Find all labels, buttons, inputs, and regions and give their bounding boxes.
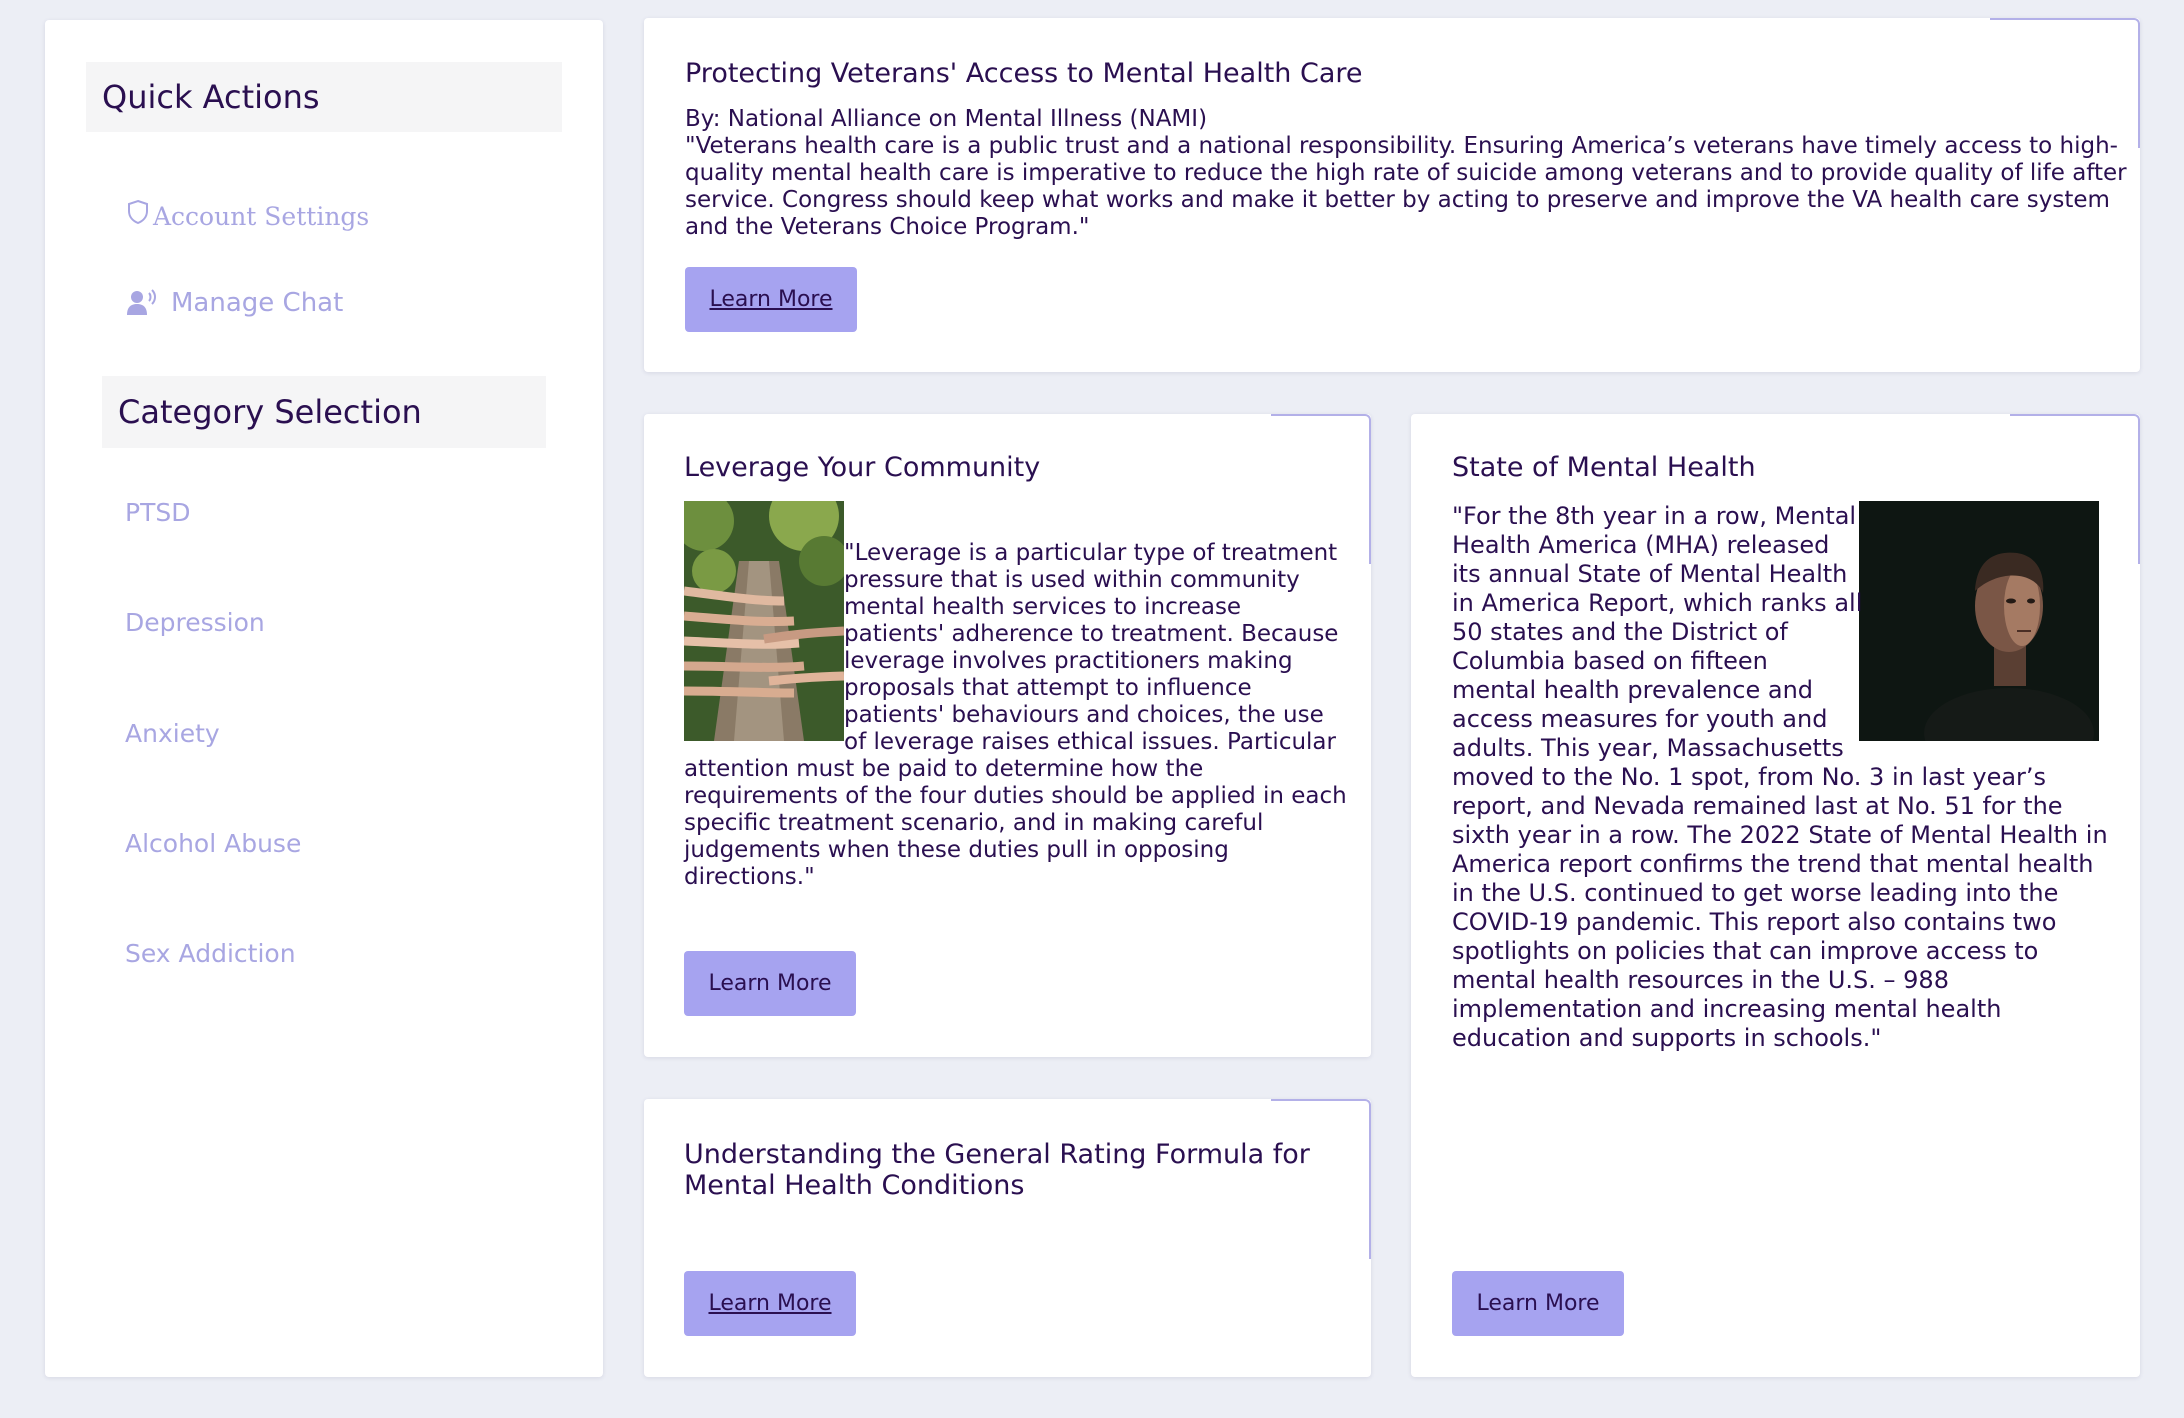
card-text-line: judgements when these duties pull in opp…	[684, 837, 1229, 863]
card-text-line: COVID-19 pandemic. This report also cont…	[1452, 908, 2057, 936]
card-text-line: moved to the No. 1 spot, from No. 3 in l…	[1452, 763, 2047, 791]
portrait-image	[1859, 501, 2099, 741]
user-voice-icon	[127, 289, 156, 315]
card-text-line: leverage involves practitioners making	[844, 648, 1293, 674]
account-settings-link[interactable]: Account Settings	[127, 199, 370, 231]
learn-more-label: Learn More	[1476, 1291, 1600, 1316]
card-text-line: access measures for youth and	[1452, 705, 1828, 733]
card-quote-line: quality mental health care is imperative…	[685, 160, 2127, 186]
card-text-line: "For the 8th year in a row, Mental	[1452, 502, 1857, 530]
card-text-line: adults. This year, Massachusetts	[1452, 734, 1844, 762]
card-text-line: mental health services to increase	[844, 594, 1242, 620]
community-card: Leverage Your Community "Leverage is a p…	[644, 414, 1371, 1057]
card-text-line: in the U.S. continued to get worse leadi…	[1452, 879, 2059, 907]
card-text-line: education and supports in schools."	[1452, 1024, 1882, 1052]
card-text-line: "Leverage is a particular type of treatm…	[844, 540, 1338, 566]
category-sex-addiction[interactable]: Sex Addiction	[125, 939, 296, 968]
card-corner-accent	[1990, 18, 2140, 148]
card-title: Leverage Your Community	[684, 452, 1041, 483]
card-text-line: implementation and increasing mental hea…	[1452, 995, 2002, 1023]
learn-more-label: Learn More	[708, 1291, 832, 1316]
manage-chat-label: Manage Chat	[171, 288, 344, 318]
category-alcohol-abuse[interactable]: Alcohol Abuse	[125, 829, 301, 858]
card-text-line: spotlights on policies that can improve …	[1452, 937, 2039, 965]
card-text-line: sixth year in a row. The 2022 State of M…	[1452, 821, 2108, 849]
card-text-line: proposals that attempt to influence	[844, 675, 1252, 701]
shield-icon	[128, 199, 148, 224]
category-depression[interactable]: Depression	[125, 608, 265, 637]
card-text-line: patients' adherence to treatment. Becaus…	[844, 621, 1339, 647]
card-text-line: mental health resources in the U.S. – 98…	[1452, 966, 1949, 994]
card-quote-line: "Veterans health care is a public trust …	[685, 133, 2118, 159]
category-selection-heading-text: Category Selection	[118, 393, 422, 431]
card-text-line: Health America (MHA) released	[1452, 531, 1830, 559]
community-hands-image	[684, 501, 844, 741]
category-ptsd[interactable]: PTSD	[125, 498, 190, 527]
rating-formula-card: Understanding the General Rating Formula…	[644, 1099, 1371, 1377]
account-settings-label: Account Settings	[153, 202, 370, 231]
card-text-line: requirements of the four duties should b…	[684, 783, 1347, 809]
card-text-line: directions."	[684, 864, 815, 890]
card-text-line: patients' behaviours and choices, the us…	[844, 702, 1324, 728]
learn-more-button[interactable]: Learn More	[684, 1271, 856, 1336]
card-title: Protecting Veterans' Access to Mental He…	[685, 58, 1363, 89]
card-quote-line: service. Congress should keep what works…	[685, 187, 2110, 213]
card-text-line: its annual State of Mental Health	[1452, 560, 1848, 588]
learn-more-label: Learn More	[709, 287, 833, 312]
card-text-line: pressure that is used within community	[844, 567, 1300, 593]
card-title-line: Understanding the General Rating Formula…	[684, 1139, 1310, 1170]
card-text-line: report, and Nevada remained last at No. …	[1452, 792, 2063, 820]
card-text-line: 50 states and the District of	[1452, 618, 1788, 646]
learn-more-button[interactable]: Learn More	[685, 267, 857, 332]
card-text-line: in America Report, which ranks all	[1452, 589, 1863, 617]
card-title-line: Mental Health Conditions	[684, 1170, 1025, 1201]
sidebar: Quick Actions Account Settings Manage Ch…	[45, 20, 603, 1377]
card-text-line: attention must be paid to determine how …	[684, 756, 1204, 782]
card-text-line: specific treatment scenario, and in maki…	[684, 810, 1264, 836]
card-title: State of Mental Health	[1452, 452, 1756, 483]
manage-chat-link[interactable]: Manage Chat	[127, 288, 343, 318]
card-text-line: America report confirms the trend that m…	[1452, 850, 2094, 878]
card-corner-accent	[1271, 1099, 1371, 1259]
card-byline: By: National Alliance on Mental Illness …	[685, 106, 1208, 132]
card-text-line: of leverage raises ethical issues. Parti…	[844, 729, 1336, 755]
quick-actions-heading-text: Quick Actions	[102, 78, 320, 116]
veterans-card: Protecting Veterans' Access to Mental He…	[644, 18, 2140, 372]
category-selection-heading: Category Selection	[102, 376, 546, 448]
learn-more-label: Learn More	[708, 971, 832, 996]
card-text-line: mental health prevalence and	[1452, 676, 1814, 704]
learn-more-button[interactable]: Learn More	[684, 951, 856, 1016]
category-anxiety[interactable]: Anxiety	[125, 719, 220, 748]
quick-actions-heading: Quick Actions	[86, 62, 562, 132]
card-text-line: Columbia based on fifteen	[1452, 647, 1768, 675]
card-quote-line: and the Veterans Choice Program."	[685, 214, 1090, 240]
learn-more-button[interactable]: Learn More	[1452, 1271, 1624, 1336]
state-of-mental-health-card: State of Mental Health "For the 8th year…	[1411, 414, 2140, 1377]
